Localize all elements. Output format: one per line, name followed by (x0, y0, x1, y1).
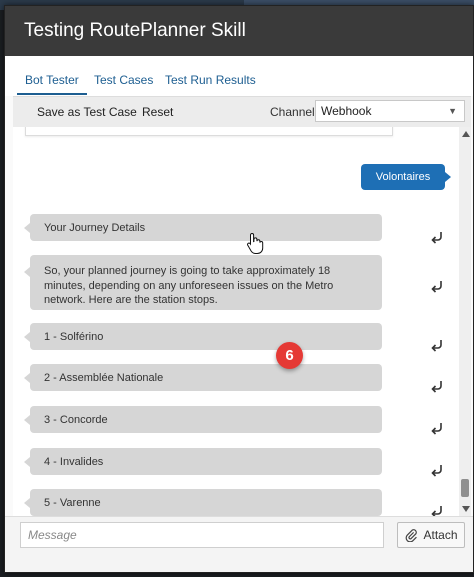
reply-arrow-icon[interactable] (429, 503, 445, 516)
reply-arrow-icon[interactable] (429, 420, 445, 436)
previous-message-card (25, 127, 393, 136)
reply-arrow-icon[interactable] (429, 229, 445, 245)
channel-value: Webhook (321, 104, 372, 118)
scroll-thumb[interactable] (461, 479, 469, 497)
test-dialog: Testing RoutePlanner Skill Bot Tester Te… (4, 5, 474, 573)
tab-test-run-results[interactable]: Test Run Results (165, 73, 256, 87)
step-number-badge: 6 (276, 342, 303, 369)
bot-message-text: 4 - Invalides (44, 455, 104, 468)
tab-label: Test Run Results (165, 73, 256, 87)
bot-message-text: 3 - Concorde (44, 413, 108, 426)
composer-bar: Attach (5, 516, 473, 572)
attach-label: Attach (423, 528, 458, 542)
bot-message-bubble: 5 - Varenne (24, 489, 382, 516)
tester-toolbar: Save as Test Case Reset Channel Webhook … (13, 96, 471, 128)
bot-message-text: So, your planned journey is going to tak… (44, 265, 334, 306)
bot-message-text: 1 - Solférino (44, 330, 104, 343)
bubble-tail (24, 267, 30, 277)
bot-message-bubble: Your Journey Details (24, 214, 382, 241)
bot-message-bubble: 4 - Invalides (24, 448, 382, 475)
bot-message-text: Your Journey Details (44, 221, 146, 234)
bot-message-text: 2 - Assemblée Nationale (44, 371, 164, 384)
dialog-title: Testing RoutePlanner Skill (24, 20, 246, 41)
step-number: 6 (285, 347, 294, 364)
reply-arrow-icon[interactable] (429, 278, 445, 294)
paperclip-icon (406, 529, 418, 542)
scroll-down-arrow-icon[interactable] (462, 506, 470, 512)
scroll-up-arrow-icon[interactable] (462, 131, 470, 137)
tab-label: Bot Tester (25, 73, 79, 87)
bot-message-text: 5 - Varenne (44, 496, 101, 509)
bubble-tail (24, 373, 30, 383)
hand-pointer-icon (247, 232, 264, 254)
save-as-test-case-button[interactable]: Save as Test Case (37, 105, 137, 119)
bubble-tail (24, 498, 30, 508)
bubble-tail (24, 415, 30, 425)
message-input[interactable] (20, 522, 384, 548)
reply-arrow-icon[interactable] (429, 462, 445, 478)
tab-bot-tester[interactable]: Bot Tester (17, 73, 87, 95)
channel-label: Channel (270, 105, 315, 119)
tab-test-cases[interactable]: Test Cases (94, 73, 153, 87)
channel-select[interactable]: Webhook ▼ (315, 100, 465, 122)
bubble-tail (24, 332, 30, 342)
bot-message-bubble: So, your planned journey is going to tak… (24, 255, 382, 310)
user-message-bubble: Volontaires (361, 164, 451, 190)
tab-bar: Bot Tester Test Cases Test Run Results (5, 56, 473, 96)
reply-arrow-icon[interactable] (429, 337, 445, 353)
attach-button[interactable]: Attach (397, 522, 465, 548)
bot-message-bubble: 1 - Solférino (24, 323, 382, 350)
bubble-tail (445, 172, 451, 182)
bubble-tail (24, 457, 30, 467)
conversation-pane[interactable]: Volontaires Your Journey Details So, you… (13, 127, 459, 516)
reply-arrow-icon[interactable] (429, 378, 445, 394)
tab-label: Test Cases (94, 73, 154, 87)
reset-button[interactable]: Reset (142, 105, 173, 119)
user-message-text: Volontaires (375, 171, 431, 183)
active-tab-indicator (17, 93, 87, 95)
conversation-scrollbar[interactable] (459, 127, 471, 516)
bot-message-bubble: 3 - Concorde (24, 406, 382, 433)
bubble-tail (24, 223, 30, 233)
chevron-down-icon: ▼ (448, 106, 457, 116)
bot-message-bubble: 2 - Assemblée Nationale (24, 364, 382, 391)
dialog-titlebar: Testing RoutePlanner Skill (5, 6, 473, 56)
